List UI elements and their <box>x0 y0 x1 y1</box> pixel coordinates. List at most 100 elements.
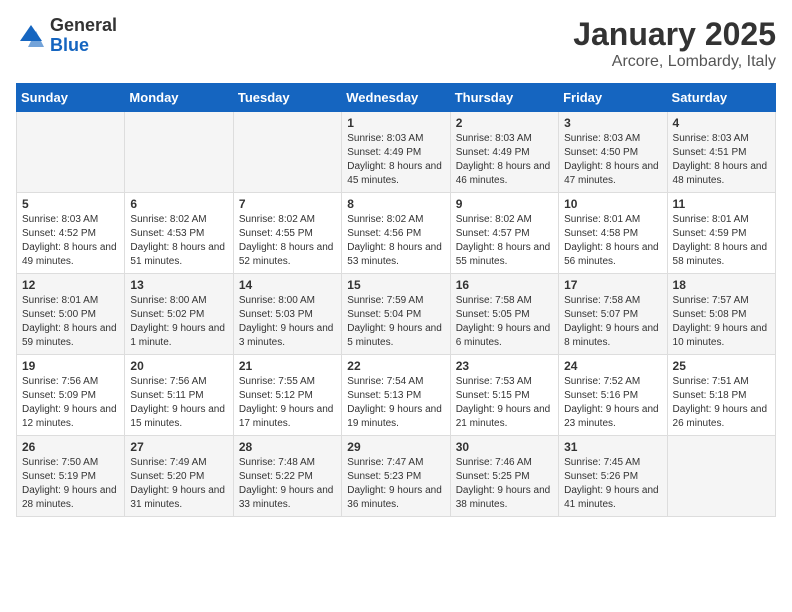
calendar-cell: 8 Sunrise: 8:02 AMSunset: 4:56 PMDayligh… <box>342 193 450 274</box>
calendar-cell: 15 Sunrise: 7:59 AMSunset: 5:04 PMDaylig… <box>342 274 450 355</box>
calendar-cell: 18 Sunrise: 7:57 AMSunset: 5:08 PMDaylig… <box>667 274 775 355</box>
calendar-cell: 26 Sunrise: 7:50 AMSunset: 5:19 PMDaylig… <box>17 436 125 517</box>
calendar-cell: 13 Sunrise: 8:00 AMSunset: 5:02 PMDaylig… <box>125 274 233 355</box>
day-number: 25 <box>673 359 770 373</box>
calendar-cell: 7 Sunrise: 8:02 AMSunset: 4:55 PMDayligh… <box>233 193 341 274</box>
calendar-cell: 21 Sunrise: 7:55 AMSunset: 5:12 PMDaylig… <box>233 355 341 436</box>
calendar-cell: 6 Sunrise: 8:02 AMSunset: 4:53 PMDayligh… <box>125 193 233 274</box>
day-number: 6 <box>130 197 227 211</box>
calendar-cell: 28 Sunrise: 7:48 AMSunset: 5:22 PMDaylig… <box>233 436 341 517</box>
day-number: 30 <box>456 440 553 454</box>
calendar-title: January 2025 <box>573 16 776 53</box>
calendar-cell: 11 Sunrise: 8:01 AMSunset: 4:59 PMDaylig… <box>667 193 775 274</box>
day-info: Sunrise: 7:49 AMSunset: 5:20 PMDaylight:… <box>130 457 225 510</box>
day-number: 13 <box>130 278 227 292</box>
day-number: 16 <box>456 278 553 292</box>
calendar-cell: 30 Sunrise: 7:46 AMSunset: 5:25 PMDaylig… <box>450 436 558 517</box>
calendar-cell: 1 Sunrise: 8:03 AMSunset: 4:49 PMDayligh… <box>342 112 450 193</box>
day-info: Sunrise: 7:52 AMSunset: 5:16 PMDaylight:… <box>564 376 659 429</box>
day-info: Sunrise: 8:00 AMSunset: 5:03 PMDaylight:… <box>239 295 334 348</box>
weekday-header-friday: Friday <box>559 84 667 112</box>
calendar-cell <box>17 112 125 193</box>
day-info: Sunrise: 8:03 AMSunset: 4:51 PMDaylight:… <box>673 133 768 186</box>
day-number: 23 <box>456 359 553 373</box>
week-row-4: 19 Sunrise: 7:56 AMSunset: 5:09 PMDaylig… <box>17 355 776 436</box>
calendar-cell: 27 Sunrise: 7:49 AMSunset: 5:20 PMDaylig… <box>125 436 233 517</box>
day-number: 26 <box>22 440 119 454</box>
calendar-subtitle: Arcore, Lombardy, Italy <box>573 53 776 71</box>
day-number: 22 <box>347 359 444 373</box>
week-row-5: 26 Sunrise: 7:50 AMSunset: 5:19 PMDaylig… <box>17 436 776 517</box>
day-info: Sunrise: 7:54 AMSunset: 5:13 PMDaylight:… <box>347 376 442 429</box>
day-info: Sunrise: 8:01 AMSunset: 4:59 PMDaylight:… <box>673 214 768 267</box>
day-number: 27 <box>130 440 227 454</box>
week-row-2: 5 Sunrise: 8:03 AMSunset: 4:52 PMDayligh… <box>17 193 776 274</box>
day-info: Sunrise: 7:56 AMSunset: 5:09 PMDaylight:… <box>22 376 117 429</box>
day-info: Sunrise: 7:48 AMSunset: 5:22 PMDaylight:… <box>239 457 334 510</box>
calendar-cell: 31 Sunrise: 7:45 AMSunset: 5:26 PMDaylig… <box>559 436 667 517</box>
day-info: Sunrise: 7:57 AMSunset: 5:08 PMDaylight:… <box>673 295 768 348</box>
calendar-cell: 20 Sunrise: 7:56 AMSunset: 5:11 PMDaylig… <box>125 355 233 436</box>
calendar-cell: 23 Sunrise: 7:53 AMSunset: 5:15 PMDaylig… <box>450 355 558 436</box>
calendar-cell: 2 Sunrise: 8:03 AMSunset: 4:49 PMDayligh… <box>450 112 558 193</box>
day-info: Sunrise: 7:58 AMSunset: 5:05 PMDaylight:… <box>456 295 551 348</box>
calendar-cell <box>233 112 341 193</box>
day-number: 7 <box>239 197 336 211</box>
calendar-cell: 14 Sunrise: 8:00 AMSunset: 5:03 PMDaylig… <box>233 274 341 355</box>
calendar-cell: 25 Sunrise: 7:51 AMSunset: 5:18 PMDaylig… <box>667 355 775 436</box>
calendar-cell: 29 Sunrise: 7:47 AMSunset: 5:23 PMDaylig… <box>342 436 450 517</box>
day-number: 10 <box>564 197 661 211</box>
weekday-header-row: SundayMondayTuesdayWednesdayThursdayFrid… <box>17 84 776 112</box>
day-info: Sunrise: 8:03 AMSunset: 4:49 PMDaylight:… <box>456 133 551 186</box>
calendar-cell: 9 Sunrise: 8:02 AMSunset: 4:57 PMDayligh… <box>450 193 558 274</box>
calendar-cell: 17 Sunrise: 7:58 AMSunset: 5:07 PMDaylig… <box>559 274 667 355</box>
calendar-cell: 19 Sunrise: 7:56 AMSunset: 5:09 PMDaylig… <box>17 355 125 436</box>
day-number: 9 <box>456 197 553 211</box>
calendar-cell: 22 Sunrise: 7:54 AMSunset: 5:13 PMDaylig… <box>342 355 450 436</box>
logo-icon <box>16 21 46 51</box>
day-number: 12 <box>22 278 119 292</box>
week-row-1: 1 Sunrise: 8:03 AMSunset: 4:49 PMDayligh… <box>17 112 776 193</box>
day-number: 21 <box>239 359 336 373</box>
day-info: Sunrise: 7:50 AMSunset: 5:19 PMDaylight:… <box>22 457 117 510</box>
day-info: Sunrise: 7:45 AMSunset: 5:26 PMDaylight:… <box>564 457 659 510</box>
title-block: January 2025 Arcore, Lombardy, Italy <box>573 16 776 71</box>
day-number: 20 <box>130 359 227 373</box>
day-info: Sunrise: 8:01 AMSunset: 4:58 PMDaylight:… <box>564 214 659 267</box>
logo-general: General <box>50 15 117 35</box>
day-info: Sunrise: 8:03 AMSunset: 4:50 PMDaylight:… <box>564 133 659 186</box>
day-number: 15 <box>347 278 444 292</box>
day-number: 4 <box>673 116 770 130</box>
day-info: Sunrise: 7:53 AMSunset: 5:15 PMDaylight:… <box>456 376 551 429</box>
calendar-cell: 16 Sunrise: 7:58 AMSunset: 5:05 PMDaylig… <box>450 274 558 355</box>
day-info: Sunrise: 8:02 AMSunset: 4:57 PMDaylight:… <box>456 214 551 267</box>
logo: General Blue <box>16 16 117 56</box>
day-number: 1 <box>347 116 444 130</box>
day-info: Sunrise: 8:01 AMSunset: 5:00 PMDaylight:… <box>22 295 117 348</box>
calendar-cell: 24 Sunrise: 7:52 AMSunset: 5:16 PMDaylig… <box>559 355 667 436</box>
day-info: Sunrise: 7:56 AMSunset: 5:11 PMDaylight:… <box>130 376 225 429</box>
calendar-cell <box>125 112 233 193</box>
logo-text: General Blue <box>50 16 117 56</box>
day-number: 24 <box>564 359 661 373</box>
day-info: Sunrise: 8:00 AMSunset: 5:02 PMDaylight:… <box>130 295 225 348</box>
day-info: Sunrise: 7:59 AMSunset: 5:04 PMDaylight:… <box>347 295 442 348</box>
day-info: Sunrise: 8:02 AMSunset: 4:55 PMDaylight:… <box>239 214 334 267</box>
weekday-header-tuesday: Tuesday <box>233 84 341 112</box>
day-number: 2 <box>456 116 553 130</box>
day-number: 19 <box>22 359 119 373</box>
weekday-header-monday: Monday <box>125 84 233 112</box>
day-info: Sunrise: 8:03 AMSunset: 4:52 PMDaylight:… <box>22 214 117 267</box>
calendar-cell: 4 Sunrise: 8:03 AMSunset: 4:51 PMDayligh… <box>667 112 775 193</box>
day-info: Sunrise: 7:58 AMSunset: 5:07 PMDaylight:… <box>564 295 659 348</box>
calendar-cell: 5 Sunrise: 8:03 AMSunset: 4:52 PMDayligh… <box>17 193 125 274</box>
day-number: 17 <box>564 278 661 292</box>
day-info: Sunrise: 7:55 AMSunset: 5:12 PMDaylight:… <box>239 376 334 429</box>
week-row-3: 12 Sunrise: 8:01 AMSunset: 5:00 PMDaylig… <box>17 274 776 355</box>
weekday-header-saturday: Saturday <box>667 84 775 112</box>
day-number: 5 <box>22 197 119 211</box>
weekday-header-sunday: Sunday <box>17 84 125 112</box>
weekday-header-wednesday: Wednesday <box>342 84 450 112</box>
calendar-cell: 10 Sunrise: 8:01 AMSunset: 4:58 PMDaylig… <box>559 193 667 274</box>
day-number: 3 <box>564 116 661 130</box>
